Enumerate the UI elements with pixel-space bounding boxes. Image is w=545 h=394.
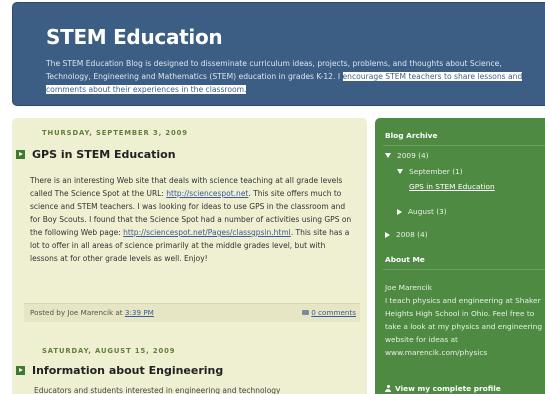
blog-page: STEM Education The STEM Education Blog i…: [0, 0, 545, 394]
view-profile-link[interactable]: View my complete profile: [385, 384, 501, 393]
posted-by-text: Posted by Joe Marencik at: [30, 308, 125, 317]
archive-post-link[interactable]: GPS in STEM Education: [409, 182, 495, 191]
post-arrow-icon: [16, 149, 25, 159]
about-me-body: Joe Marencik I teach physics and enginee…: [385, 283, 543, 357]
post-body: There is an interesting Web site that de…: [30, 174, 352, 265]
triangle-right-icon[interactable]: [397, 208, 402, 215]
triangle-down-icon[interactable]: [397, 169, 403, 174]
post-title[interactable]: GPS in STEM Education: [32, 148, 176, 161]
archive-month-label: August (3): [408, 207, 447, 216]
comments-link[interactable]: 0 comments: [302, 308, 356, 317]
post-body: Educators and students interested in eng…: [34, 386, 281, 394]
triangle-down-icon[interactable]: [385, 153, 391, 158]
archive-year-2008[interactable]: 2008 (4): [385, 230, 428, 239]
blog-header: STEM Education The STEM Education Blog i…: [12, 2, 545, 106]
blog-description: The STEM Education Blog is designed to d…: [46, 57, 536, 96]
post-time-link[interactable]: 3:39 PM: [125, 308, 154, 317]
comments-label: 0 comments: [311, 308, 356, 317]
posted-by: Posted by Joe Marencik at 3:39 PM: [30, 308, 154, 317]
post-title-row: Information about Engineering: [16, 362, 223, 378]
archive-month-label: September (1): [409, 167, 463, 176]
archive-month-september[interactable]: September (1): [397, 167, 463, 176]
post-date: SATURDAY, AUGUST 15, 2009: [42, 347, 176, 355]
sidebar-divider: [383, 269, 545, 270]
post-date: THURSDAY, SEPTEMBER 3, 2009: [42, 129, 188, 137]
post-arrow-icon: [16, 365, 25, 375]
archive-month-august[interactable]: August (3): [397, 207, 447, 216]
gps-activities-link[interactable]: http://sciencespot.net/Pages/classgpsin.…: [123, 228, 291, 237]
post-footer: Posted by Joe Marencik at 3:39 PM 0 comm…: [24, 304, 360, 322]
about-me-heading: About Me: [385, 255, 425, 264]
archive-year-label: 2008 (4): [396, 230, 428, 239]
archive-year-2009[interactable]: 2009 (4): [385, 151, 429, 160]
post-title-row: GPS in STEM Education: [16, 146, 176, 162]
view-profile-label: View my complete profile: [395, 384, 501, 393]
sciencespot-link[interactable]: http://sciencespot.net: [166, 189, 248, 198]
comment-icon: [302, 310, 310, 315]
person-icon: [385, 385, 391, 392]
archive-year-label: 2009 (4): [397, 151, 429, 160]
sidebar-divider: [383, 145, 545, 146]
sidebar: Blog Archive 2009 (4) September (1) GPS …: [375, 118, 545, 394]
blog-archive-heading: Blog Archive: [385, 131, 438, 140]
post-title[interactable]: Information about Engineering: [32, 364, 223, 377]
blog-title[interactable]: STEM Education: [46, 25, 223, 49]
triangle-right-icon[interactable]: [385, 231, 390, 238]
about-me-text: Joe Marencik I teach physics and enginee…: [385, 281, 543, 359]
main-column: THURSDAY, SEPTEMBER 3, 2009 GPS in STEM …: [12, 118, 367, 394]
